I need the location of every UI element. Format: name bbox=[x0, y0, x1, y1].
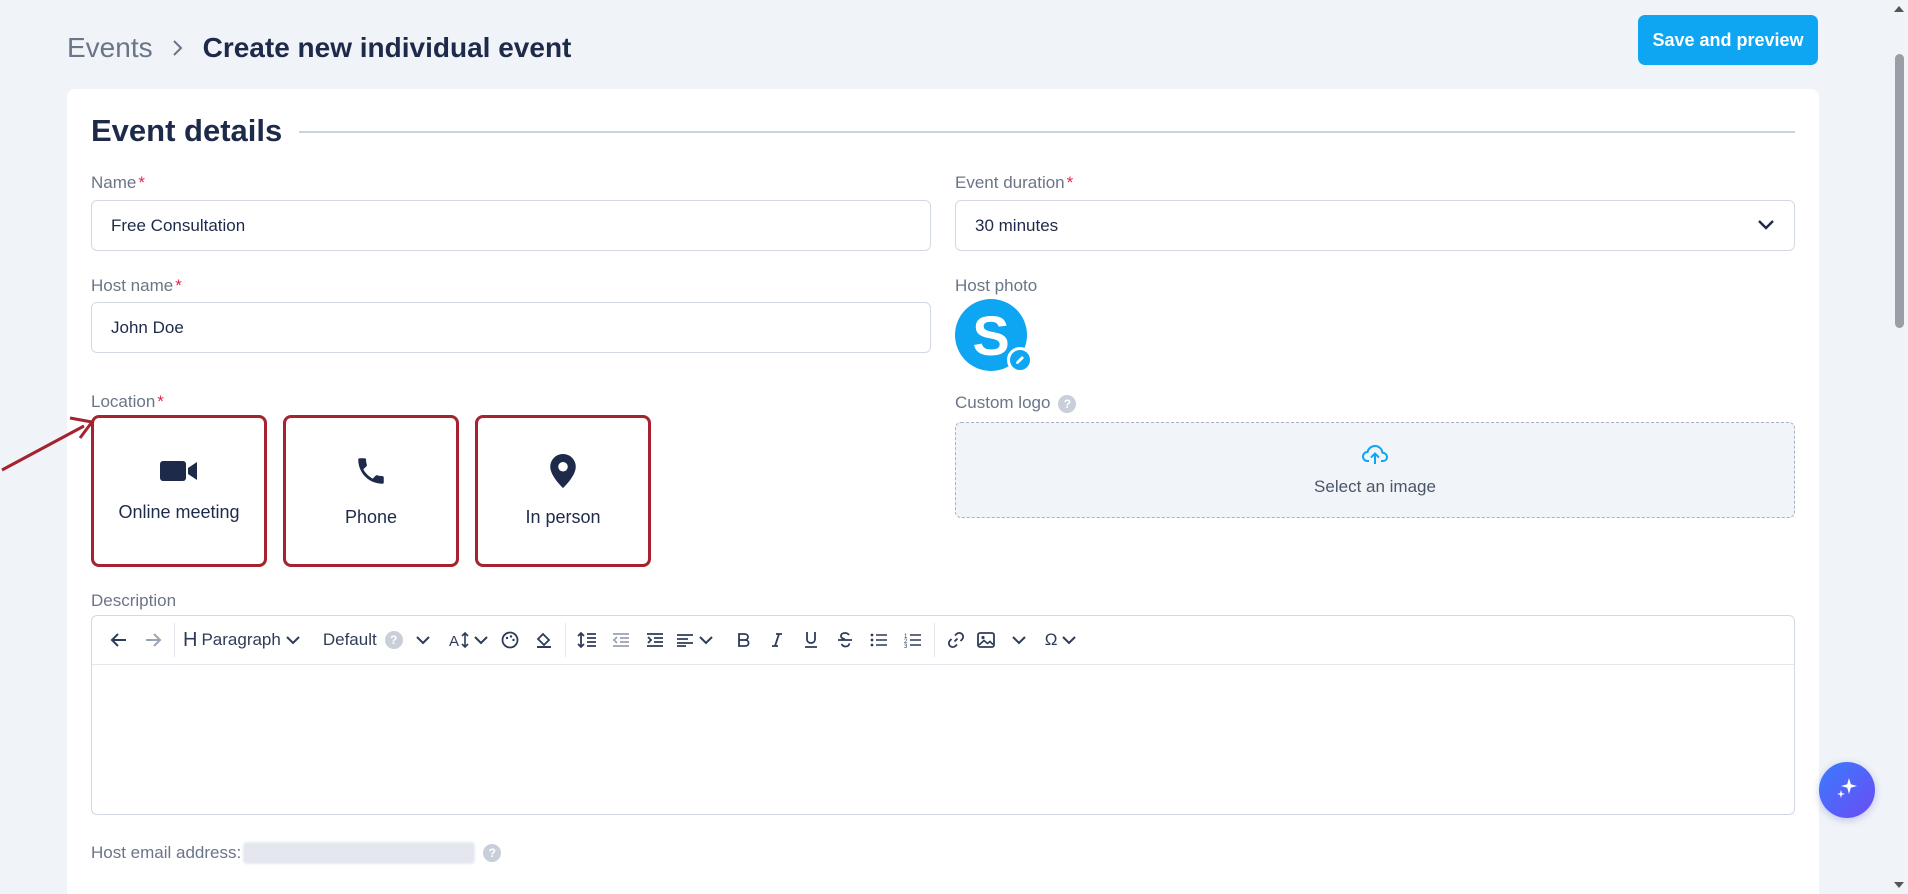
editor-toolbar: H Paragraph Default ? A 1 2 3 Ω bbox=[92, 616, 1794, 665]
phone-icon bbox=[354, 454, 388, 493]
palette-icon[interactable] bbox=[493, 623, 527, 657]
omega-icon: Ω bbox=[1044, 630, 1058, 649]
dropzone-text: Select an image bbox=[1314, 476, 1436, 496]
location-option-in-person[interactable]: In person bbox=[475, 415, 651, 567]
redo-icon[interactable] bbox=[136, 623, 170, 657]
toolbar-divider bbox=[933, 623, 935, 657]
image-icon bbox=[976, 632, 995, 648]
avatar-initial: S bbox=[972, 303, 1010, 367]
pencil-icon[interactable] bbox=[1007, 347, 1033, 373]
location-option-label: In person bbox=[525, 507, 601, 527]
toolbar-divider bbox=[564, 623, 566, 657]
host-photo-label: Host photo bbox=[955, 276, 1038, 295]
scroll-down-icon[interactable] bbox=[1894, 882, 1904, 888]
breadcrumb: Events Create new individual event bbox=[67, 18, 1818, 78]
undo-icon[interactable] bbox=[102, 623, 136, 657]
align-left-icon bbox=[676, 634, 693, 647]
chevron-down-icon bbox=[474, 636, 488, 645]
host-email-label: Host email address: bbox=[91, 843, 242, 862]
page-title: Create new individual event bbox=[202, 32, 572, 63]
bulleted-list-icon[interactable] bbox=[862, 623, 896, 657]
map-pin-icon bbox=[550, 454, 576, 493]
numbered-list-icon[interactable]: 123 bbox=[896, 623, 930, 657]
heading-value: Paragraph bbox=[201, 630, 281, 649]
heading-icon: H bbox=[183, 628, 198, 651]
event-duration-value: 30 minutes bbox=[975, 215, 1059, 235]
chevron-down-icon bbox=[1012, 636, 1026, 645]
toolbar-divider bbox=[174, 623, 175, 657]
highlight-fill-icon[interactable] bbox=[527, 623, 561, 657]
italic-icon[interactable] bbox=[760, 623, 794, 657]
svg-text:A: A bbox=[449, 633, 459, 648]
location-option-label: Phone bbox=[344, 507, 398, 527]
cloud-upload-icon bbox=[1361, 444, 1389, 471]
font-family-dropdown[interactable]: Default ? bbox=[319, 623, 435, 657]
chevron-down-icon bbox=[286, 636, 300, 645]
underline-icon[interactable] bbox=[794, 623, 828, 657]
section-divider bbox=[299, 131, 1795, 133]
host-photo-avatar[interactable]: S bbox=[955, 299, 1033, 373]
sparkles-icon bbox=[1834, 775, 1860, 806]
special-character-dropdown[interactable]: Ω bbox=[1041, 623, 1082, 657]
event-duration-select[interactable]: 30 minutes bbox=[955, 200, 1795, 251]
location-option-phone[interactable]: Phone bbox=[283, 415, 459, 567]
host-name-input[interactable] bbox=[91, 302, 931, 353]
description-editor: H Paragraph Default ? A 1 2 3 Ω bbox=[91, 615, 1795, 815]
section-title: Event details bbox=[91, 113, 283, 148]
event-duration-label: Event duration * bbox=[955, 173, 1074, 192]
heading-dropdown[interactable]: H Paragraph bbox=[179, 623, 305, 657]
custom-logo-dropzone[interactable]: Select an image bbox=[955, 422, 1795, 518]
chevron-down-icon bbox=[699, 636, 713, 645]
align-dropdown[interactable] bbox=[672, 623, 718, 657]
indent-icon[interactable] bbox=[638, 623, 672, 657]
chevron-right-icon bbox=[171, 38, 185, 58]
font-family-value: Default bbox=[322, 630, 377, 649]
help-icon[interactable]: ? bbox=[1058, 394, 1077, 413]
scroll-up-icon[interactable] bbox=[1894, 6, 1904, 12]
description-textarea[interactable] bbox=[92, 665, 1794, 814]
host-email-row: Host email address: ? bbox=[91, 842, 502, 864]
location-option-online-meeting[interactable]: Online meeting bbox=[91, 415, 267, 567]
chevron-down-icon bbox=[1062, 636, 1077, 645]
video-icon bbox=[160, 459, 198, 488]
svg-text:3: 3 bbox=[904, 644, 908, 648]
image-dropdown[interactable] bbox=[973, 623, 1031, 657]
font-size-dropdown[interactable]: A bbox=[445, 623, 493, 657]
name-input[interactable] bbox=[91, 200, 931, 251]
host-name-label: Host name * bbox=[91, 276, 182, 295]
name-label: Name * bbox=[91, 173, 145, 192]
scrollbar-thumb[interactable] bbox=[1895, 54, 1904, 328]
ai-assistant-button[interactable] bbox=[1819, 762, 1875, 818]
help-icon[interactable]: ? bbox=[384, 631, 403, 649]
location-option-label: Online meeting bbox=[118, 502, 240, 522]
breadcrumb-events-link[interactable]: Events bbox=[67, 32, 153, 64]
event-details-card: Event details Name* Event duration* 30 m… bbox=[1, 89, 1819, 894]
text-size-icon: A bbox=[449, 632, 469, 648]
strikethrough-icon[interactable] bbox=[828, 623, 862, 657]
annotation-arrow-icon bbox=[1, 416, 94, 472]
location-label: Location * bbox=[91, 392, 164, 411]
chevron-down-icon bbox=[1757, 216, 1775, 236]
page-scrollbar[interactable] bbox=[1890, 0, 1908, 894]
line-height-icon[interactable] bbox=[570, 623, 604, 657]
outdent-icon[interactable] bbox=[604, 623, 638, 657]
description-label: Description bbox=[91, 591, 177, 610]
link-icon[interactable] bbox=[939, 623, 973, 657]
custom-logo-label: Custom logo? bbox=[955, 393, 1077, 413]
bold-icon[interactable] bbox=[726, 623, 760, 657]
host-email-value-redacted bbox=[243, 842, 476, 864]
help-icon[interactable]: ? bbox=[483, 844, 502, 862]
save-and-preview-button[interactable]: Save and preview bbox=[1638, 15, 1818, 65]
chevron-down-icon bbox=[416, 636, 430, 645]
